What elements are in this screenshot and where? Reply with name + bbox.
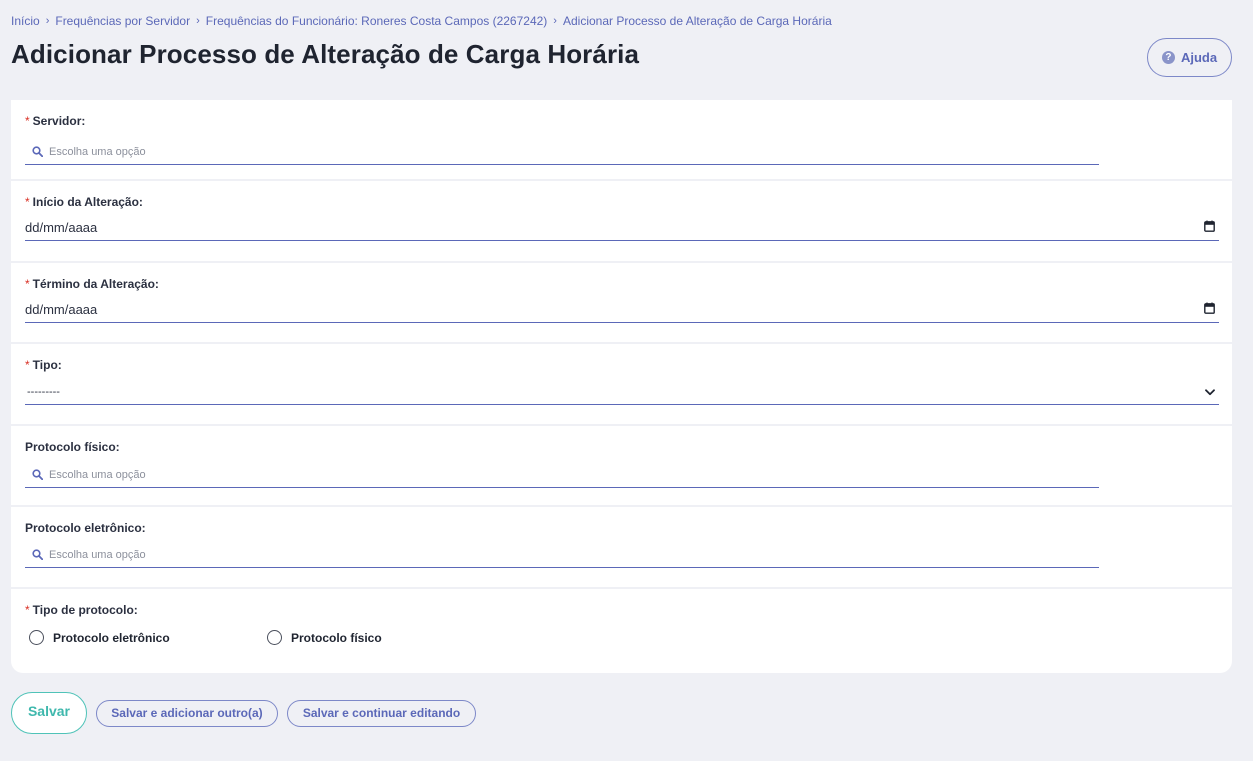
breadcrumb-current: Adicionar Processo de Alteração de Carga… [562, 14, 832, 28]
chevron-right-icon: › [45, 15, 50, 27]
search-icon [32, 469, 43, 480]
field-row-protocolo-eletronico: Protocolo eletrônico: Escolha uma opção [11, 507, 1232, 589]
tipo-select[interactable]: --------- [25, 379, 1219, 405]
radio-label: Protocolo físico [291, 630, 382, 645]
help-button-label: Ajuda [1180, 50, 1218, 65]
radio-circle[interactable] [29, 630, 44, 645]
breadcrumb-inicio[interactable]: Início [11, 14, 40, 28]
save-button[interactable]: Salvar [11, 692, 87, 734]
required-mark: * [25, 195, 30, 209]
protocolo-eletronico-autocomplete[interactable]: Escolha uma opção [25, 542, 1099, 568]
protocolo-eletronico-label: Protocolo eletrônico: [25, 521, 146, 535]
termino-date-input[interactable]: dd/mm/aaaa [25, 297, 1219, 323]
tipo-select-value: --------- [27, 385, 60, 398]
help-button[interactable]: ? Ajuda [1147, 38, 1232, 77]
form-card: * Servidor: Escolha uma opção * Início da … [11, 100, 1232, 673]
required-mark: * [25, 603, 30, 617]
inicio-date-input[interactable]: dd/mm/aaaa [25, 215, 1219, 241]
protocolo-fisico-placeholder: Escolha uma opção [49, 468, 146, 481]
radio-protocolo-fisico[interactable]: Protocolo físico [267, 630, 382, 645]
field-row-servidor: * Servidor: Escolha uma opção [11, 100, 1232, 181]
tipo-label: * Tipo: [25, 358, 62, 372]
tipo-protocolo-radio-group: Protocolo eletrônico Protocolo físico [29, 630, 382, 645]
form-actions: Salvar Salvar e adicionar outro(a) Salva… [11, 692, 476, 734]
calendar-icon[interactable] [1204, 301, 1215, 319]
search-icon [32, 146, 43, 157]
breadcrumb-frequencias-por-servidor[interactable]: Frequências por Servidor [55, 14, 190, 28]
field-row-termino: * Término da Alteração: dd/mm/aaaa [11, 263, 1232, 344]
field-row-tipo: * Tipo: --------- [11, 344, 1232, 426]
required-mark: * [25, 358, 30, 372]
radio-circle[interactable] [267, 630, 282, 645]
protocolo-fisico-autocomplete[interactable]: Escolha uma opção [25, 462, 1099, 488]
field-row-protocolo-fisico: Protocolo físico: Escolha uma opção [11, 426, 1232, 507]
help-icon: ? [1161, 51, 1175, 64]
radio-label: Protocolo eletrônico [53, 630, 170, 645]
radio-protocolo-eletronico[interactable]: Protocolo eletrônico [29, 630, 267, 645]
field-row-inicio: * Início da Alteração: dd/mm/aaaa [11, 181, 1232, 263]
servidor-label: * Servidor: [25, 114, 86, 128]
inicio-label: * Início da Alteração: [25, 195, 143, 209]
servidor-autocomplete[interactable]: Escolha uma opção [25, 139, 1099, 165]
calendar-icon[interactable] [1204, 219, 1215, 237]
chevron-right-icon: › [553, 15, 557, 27]
chevron-right-icon: › [196, 15, 200, 27]
required-mark: * [25, 277, 30, 291]
required-mark: * [25, 114, 30, 128]
save-and-add-another-button[interactable]: Salvar e adicionar outro(a) [96, 699, 278, 727]
chevron-down-icon [1205, 383, 1215, 401]
breadcrumb-frequencias-do-funcionario[interactable]: Frequências do Funcionário: Roneres Cost… [206, 14, 548, 28]
inicio-date-value: dd/mm/aaaa [25, 220, 98, 235]
save-and-continue-button[interactable]: Salvar e continuar editando [287, 699, 476, 727]
protocolo-eletronico-placeholder: Escolha uma opção [49, 548, 146, 561]
tipo-protocolo-label: * Tipo de protocolo: [25, 603, 138, 617]
protocolo-fisico-label: Protocolo físico: [25, 440, 120, 454]
termino-label: * Término da Alteração: [25, 277, 159, 291]
servidor-placeholder: Escolha uma opção [49, 145, 146, 158]
page-title: Adicionar Processo de Alteração de Carga… [11, 39, 640, 69]
search-icon [32, 549, 43, 560]
breadcrumb: Início › Frequências por Servidor › Freq… [11, 14, 832, 28]
termino-date-value: dd/mm/aaaa [25, 302, 98, 317]
